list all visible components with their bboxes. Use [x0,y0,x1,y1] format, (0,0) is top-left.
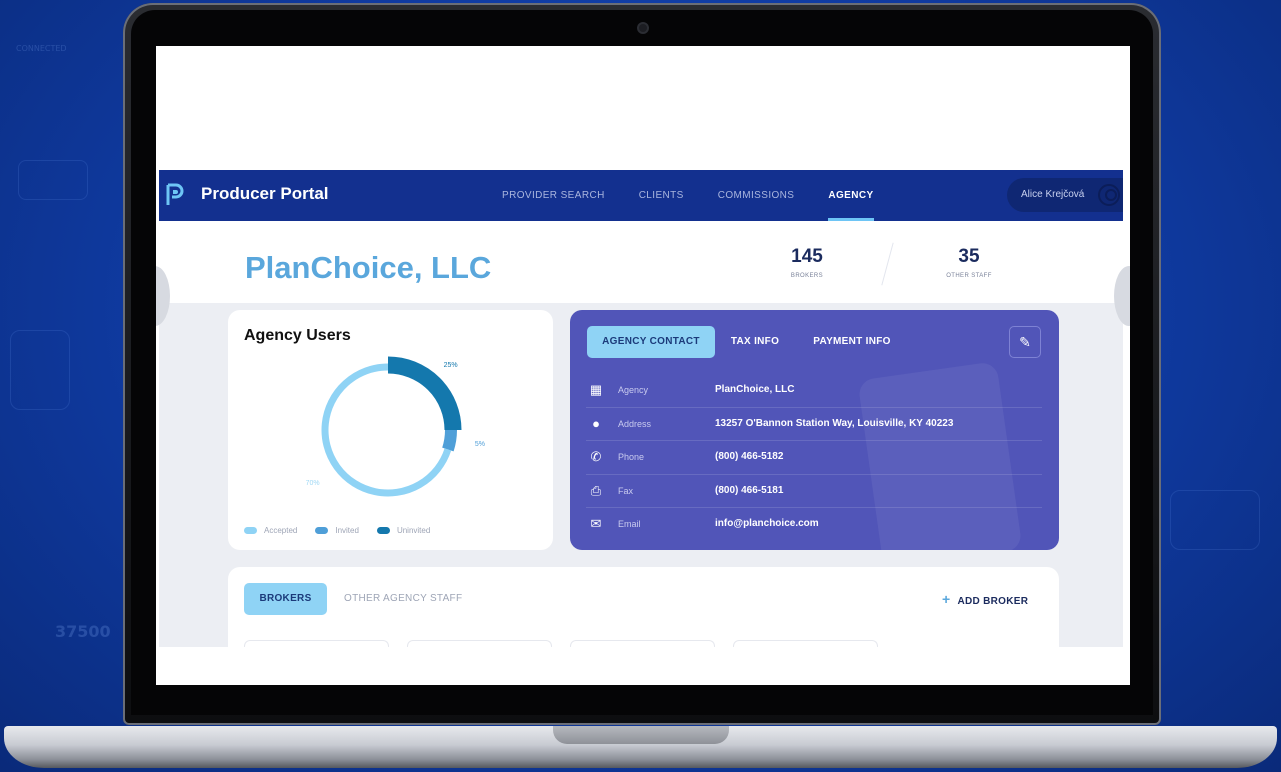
camera-icon [639,24,647,32]
stat-brokers: 145 BROKERS [767,246,847,279]
laptop-screen: Producer Portal PROVIDER SEARCH CLIENTS … [156,46,1130,685]
legend-item-accepted: Accepted [244,526,297,535]
agency-contact-card: AGENCY CONTACT TAX INFO PAYMENT INFO ✎ ▦… [570,310,1059,550]
contact-row-phone: ✆ Phone (800) 466-5182 [586,441,1042,475]
legend-label: Accepted [264,526,298,535]
broker-card[interactable] [407,640,552,647]
pencil-icon: ✎ [1019,334,1031,350]
background-deco-text: 37500 [55,622,111,641]
mail-icon: ✉ [590,516,602,531]
contact-label: Fax [618,485,634,496]
legend-swatch [315,527,329,534]
contact-row-agency: ▦ Agency PlanChoice, LLC [586,374,1042,408]
plus-icon: + [942,591,951,607]
stat-label: OTHER STAFF [946,273,992,279]
location-pin-icon: ● [592,415,600,431]
contact-value: 13257 O'Bannon Station Way, Louisville, … [715,417,954,429]
stat-value: 145 [791,246,823,267]
broker-card[interactable] [244,640,389,647]
background-deco-shape [10,330,70,410]
app-window: Producer Portal PROVIDER SEARCH CLIENTS … [159,170,1123,647]
contact-value: (800) 466-5181 [715,484,784,496]
contact-label: Address [618,418,652,429]
tab-payment-info[interactable]: PAYMENT INFO [812,326,892,358]
nav-link-commissions[interactable]: COMMISSIONS [718,170,795,221]
brokers-card: BROKERS OTHER AGENCY STAFF + ADD BROKER [228,567,1059,647]
logo-icon[interactable] [165,183,185,207]
nav-link-agency[interactable]: AGENCY [828,170,874,221]
legend-swatch [376,527,390,534]
add-broker-button[interactable]: + ADD BROKER [942,583,1028,615]
legend-swatch [244,527,257,534]
agency-users-donut-chart [321,356,462,497]
donut-segment-uninvited [387,356,462,431]
stat-label: BROKERS [790,273,824,279]
nav-link-provider-search[interactable]: PROVIDER SEARCH [502,170,605,221]
building-icon: ▦ [589,382,603,397]
donut-legend: Accepted Invited Uninvited [244,526,448,535]
background-deco-shape [1170,490,1260,550]
tab-brokers[interactable]: BROKERS [244,583,327,615]
contact-value: (800) 466-5182 [715,451,784,462]
contact-row-email: ✉ Email info@planchoice.com [586,508,1042,542]
user-menu[interactable]: Alice Krejčová [1007,178,1123,212]
agency-users-card: Agency Users 70% 5% 25% Accepted Invited… [228,310,553,550]
contact-value[interactable]: info@planchoice.com [715,518,819,529]
legend-item-invited: Invited [315,526,359,535]
contact-row-fax: ⎙ Fax (800) 466-5181 [586,475,1042,508]
donut-label-uninvited: 25% [443,362,458,370]
background-deco-shape [18,160,88,200]
background-deco-text: CONNECTED [16,44,67,53]
add-broker-label: ADD BROKER [957,596,1029,607]
contact-label: Phone [618,452,645,462]
donut-label-accepted: 70% [305,480,320,488]
contact-row-address: ● Address 13257 O'Bannon Station Way, Lo… [586,408,1042,441]
top-nav: Producer Portal PROVIDER SEARCH CLIENTS … [159,170,1123,221]
nav-links: PROVIDER SEARCH CLIENTS COMMISSIONS AGEN… [502,170,908,221]
legend-item-uninvited: Uninvited [376,526,431,535]
broker-card[interactable] [570,640,715,647]
contact-details: ▦ Agency PlanChoice, LLC ● Address 13257… [586,374,1042,542]
tab-tax-info[interactable]: TAX INFO [730,326,780,358]
contact-label: Agency [618,385,649,395]
user-avatar-icon[interactable] [1098,184,1120,206]
legend-label: Uninvited [396,526,431,535]
legend-label: Invited [335,526,359,535]
printer-icon: ⎙ [590,482,602,498]
broker-card[interactable] [733,640,878,647]
donut-label-invited: 5% [474,441,485,449]
laptop-notch [553,726,729,744]
donut-segment-invited [442,429,457,452]
tab-other-agency-staff[interactable]: OTHER AGENCY STAFF [344,583,462,615]
contact-value: PlanChoice, LLC [715,384,795,395]
stat-value: 35 [958,246,980,267]
stat-other-staff: 35 OTHER STAFF [929,246,1009,279]
contact-label: Email [618,519,641,529]
phone-icon: ✆ [590,449,602,464]
nav-link-clients[interactable]: CLIENTS [639,170,684,221]
edit-button[interactable]: ✎ [1009,326,1041,358]
app-title[interactable]: Producer Portal [201,184,329,204]
tab-agency-contact[interactable]: AGENCY CONTACT [587,326,715,358]
user-name: Alice Krejčová [1021,189,1085,200]
company-name: PlanChoice, LLC [245,250,492,285]
